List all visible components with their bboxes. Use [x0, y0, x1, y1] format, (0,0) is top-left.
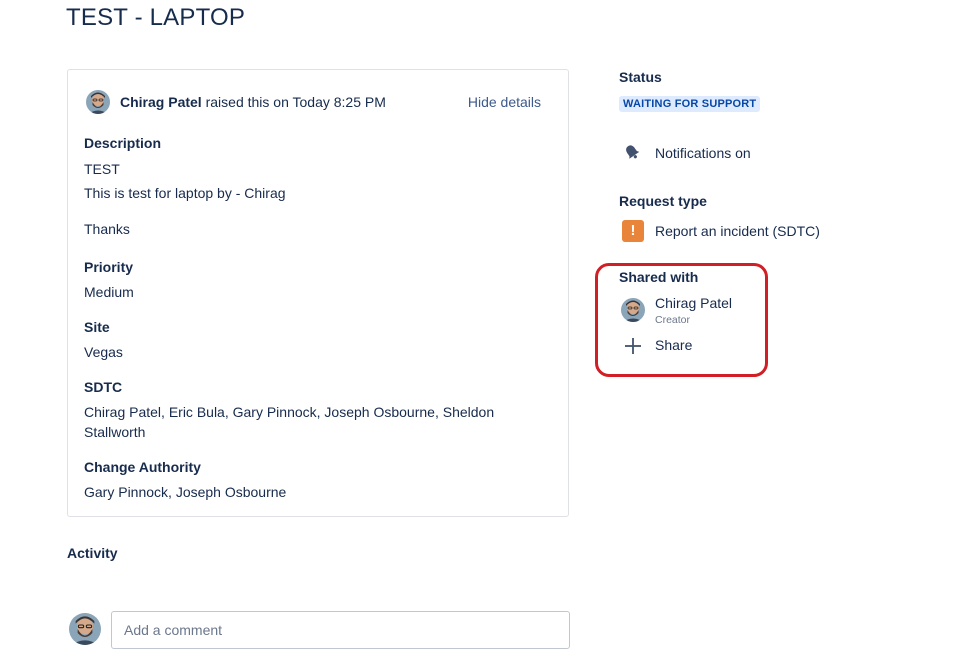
page-title: TEST - LAPTOP: [66, 4, 246, 31]
notification-bell-icon[interactable]: [622, 142, 642, 162]
status-label: Status: [619, 69, 662, 85]
change-authority-label: Change Authority: [84, 459, 201, 475]
description-line-2: This is test for laptop by - Chirag: [84, 185, 286, 201]
plus-icon[interactable]: [623, 336, 643, 356]
shared-with-label: Shared with: [619, 269, 699, 285]
description-line-3: Thanks: [84, 221, 130, 237]
description-line-1: TEST: [84, 161, 120, 177]
sdtc-value-line-1: Chirag Patel, Eric Bula, Gary Pinnock, J…: [84, 404, 495, 420]
status-badge: WAITING FOR SUPPORT: [619, 96, 761, 112]
hide-details-link[interactable]: Hide details: [468, 94, 541, 110]
raised-by-line: Chirag Patel raised this on Today 8:25 P…: [120, 94, 386, 110]
shared-user-avatar: [621, 298, 645, 322]
sdtc-value-line-2: Stallworth: [84, 424, 146, 440]
shared-user-role: Creator: [655, 314, 691, 326]
raised-time: raised this on Today 8:25 PM: [201, 94, 386, 110]
comment-input[interactable]: [111, 611, 570, 649]
notifications-toggle[interactable]: Notifications on: [655, 145, 751, 161]
author-name[interactable]: Chirag Patel: [120, 94, 202, 110]
author-avatar[interactable]: [86, 90, 110, 114]
description-label: Description: [84, 135, 162, 151]
priority-value: Medium: [84, 284, 134, 300]
change-authority-value: Gary Pinnock, Joseph Osbourne: [84, 484, 287, 500]
shared-user-name: Chirag Patel: [655, 295, 733, 311]
activity-title: Activity: [67, 545, 118, 561]
priority-label: Priority: [84, 259, 134, 275]
sdtc-label: SDTC: [84, 379, 123, 395]
request-type-value: Report an incident (SDTC): [655, 223, 820, 239]
share-button[interactable]: Share: [655, 337, 692, 353]
current-user-avatar: [69, 613, 101, 645]
incident-icon: !: [622, 220, 644, 242]
site-label: Site: [84, 319, 110, 335]
site-value: Vegas: [84, 344, 123, 360]
request-type-label: Request type: [619, 193, 707, 209]
request-details-card: Chirag Patel raised this on Today 8:25 P…: [67, 69, 569, 517]
